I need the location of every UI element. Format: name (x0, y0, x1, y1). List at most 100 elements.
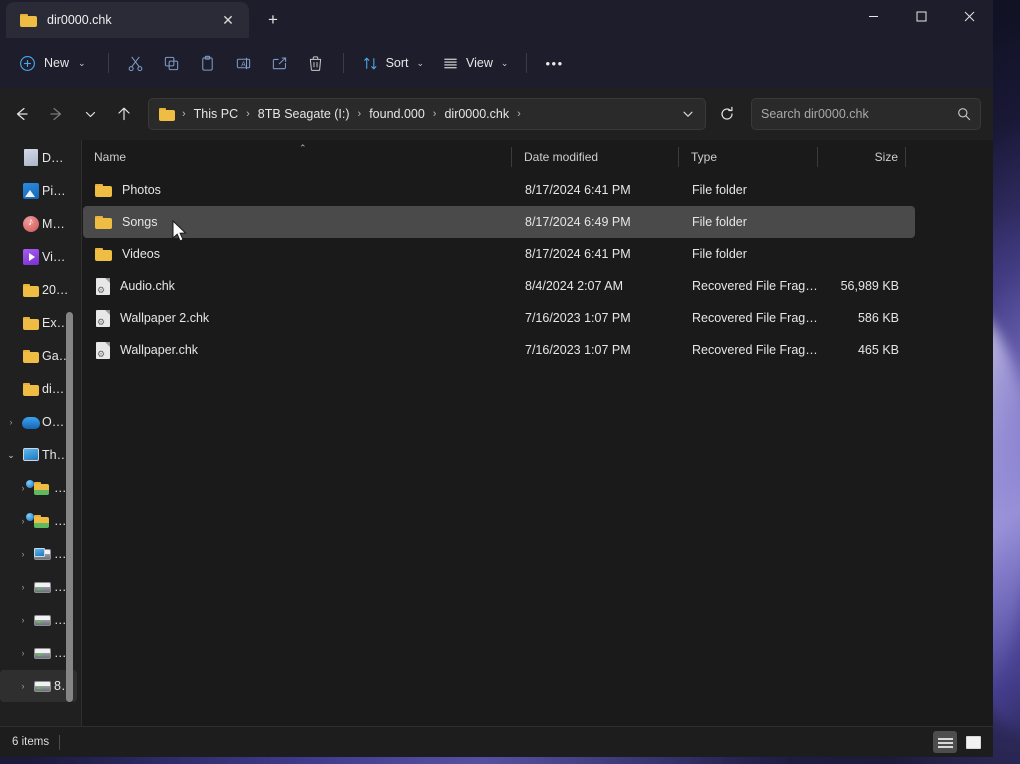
cell-type: File folder (680, 183, 819, 197)
view-button[interactable]: View ⌄ (434, 47, 516, 79)
new-tab-button[interactable]: + (257, 5, 289, 35)
breadcrumb-item-drive[interactable]: 8TB Seagate (I:) (253, 104, 355, 124)
cell-type: File folder (680, 247, 819, 261)
close-window-button[interactable] (945, 0, 993, 33)
folder-icon (95, 183, 112, 197)
column-header-size[interactable]: Size (818, 140, 906, 174)
refresh-button[interactable] (711, 98, 743, 130)
breadcrumb-item-this-pc[interactable]: This PC (189, 104, 243, 124)
table-row[interactable]: Audio.chk8/4/2024 2:07 AMRecovered File … (83, 270, 915, 302)
music-icon-glyph (23, 216, 39, 232)
column-header-date-modified[interactable]: Date modified (512, 140, 679, 174)
file-icon (96, 278, 110, 295)
trash-icon (307, 55, 324, 72)
share-button[interactable] (263, 47, 297, 79)
more-options-button[interactable]: ••• (537, 47, 571, 79)
up-button[interactable] (108, 98, 140, 130)
status-bar: 6 items (0, 726, 993, 757)
breadcrumb-separator: › (356, 108, 364, 120)
network-folder-icon (34, 512, 52, 530)
title-bar: dir0000.chk ✕ + (0, 0, 993, 38)
file-list[interactable]: Photos8/17/2024 6:41 PMFile folderSongs8… (82, 174, 993, 726)
drive-icon-glyph (34, 582, 51, 593)
details-view-button[interactable] (933, 731, 957, 753)
cell-name: Wallpaper.chk (83, 342, 513, 359)
pictures-icon (22, 182, 40, 200)
tab-title: dir0000.chk (47, 13, 205, 27)
rename-button[interactable]: A (227, 47, 261, 79)
file-name-label: Photos (122, 183, 161, 197)
navigation-pane[interactable]: D…Pi…M…Vi…20…Ex…Ga…di…›O…⌄Th…›…›…›…›…›…›… (0, 140, 81, 726)
table-row[interactable]: Wallpaper.chk7/16/2023 1:07 PMRecovered … (83, 334, 915, 366)
breadcrumb[interactable]: › This PC › 8TB Seagate (I:) › found.000… (148, 98, 706, 130)
sidebar-item-label: D… (42, 151, 64, 165)
delete-button[interactable] (299, 47, 333, 79)
cut-button[interactable] (119, 47, 153, 79)
maximize-button[interactable] (897, 0, 945, 33)
paste-button[interactable] (191, 47, 225, 79)
large-icons-view-icon (966, 736, 981, 749)
breadcrumb-dropdown-icon[interactable] (675, 101, 701, 127)
chevron-right-icon[interactable]: › (14, 549, 32, 559)
search-box[interactable] (751, 98, 981, 130)
chevron-right-icon[interactable]: › (14, 615, 32, 625)
file-explorer-window: dir0000.chk ✕ + New ⌄ (0, 0, 993, 757)
address-bar: › This PC › 8TB Seagate (I:) › found.000… (0, 88, 993, 140)
file-name-label: Audio.chk (120, 279, 175, 293)
large-icons-view-button[interactable] (961, 731, 985, 753)
cell-size: 465 KB (819, 343, 907, 357)
music-icon (22, 215, 40, 233)
tab-dir0000[interactable]: dir0000.chk ✕ (6, 2, 249, 38)
file-name-label: Wallpaper.chk (120, 343, 198, 357)
breadcrumb-item-dir0000[interactable]: dir0000.chk (439, 104, 514, 124)
back-button[interactable] (6, 98, 38, 130)
arrow-left-icon (14, 106, 30, 122)
breadcrumb-separator: › (244, 108, 252, 120)
search-input[interactable] (761, 107, 957, 121)
chevron-down-icon: ⌄ (501, 58, 509, 69)
chevron-right-icon[interactable]: › (2, 417, 20, 427)
window-content: D…Pi…M…Vi…20…Ex…Ga…di…›O…⌄Th…›…›…›…›…›…›… (0, 140, 993, 726)
forward-button[interactable] (40, 98, 72, 130)
cell-size: 586 KB (819, 311, 907, 325)
sidebar-item-label: … (54, 613, 67, 627)
copy-button[interactable] (155, 47, 189, 79)
sidebar-item[interactable]: D… (0, 142, 77, 174)
cell-size: 56,989 KB (819, 279, 907, 293)
sidebar-item[interactable]: M… (0, 208, 77, 240)
toolbar-divider (526, 53, 527, 73)
breadcrumb-separator: › (431, 108, 439, 120)
chevron-down-icon[interactable]: ⌄ (2, 450, 20, 461)
recent-locations-button[interactable] (74, 98, 106, 130)
arrow-up-icon (116, 106, 132, 122)
minimize-button[interactable] (849, 0, 897, 33)
cell-name: Wallpaper 2.chk (83, 310, 513, 327)
chevron-right-icon[interactable]: › (14, 681, 32, 691)
column-header-type[interactable]: Type (679, 140, 818, 174)
sidebar-item-label: O… (42, 415, 64, 429)
sidebar-item[interactable]: 20… (0, 274, 77, 306)
document-icon-glyph (24, 149, 38, 166)
sort-button[interactable]: Sort ⌄ (354, 47, 432, 79)
sidebar-item[interactable]: Pi… (0, 175, 77, 207)
table-row[interactable]: Videos8/17/2024 6:41 PMFile folder (83, 238, 915, 270)
table-row[interactable]: Photos8/17/2024 6:41 PMFile folder (83, 174, 915, 206)
new-button[interactable]: New ⌄ (10, 47, 98, 79)
sort-label: Sort (386, 56, 409, 70)
close-tab-icon[interactable]: ✕ (215, 7, 241, 33)
column-header-name-label: Name (94, 150, 126, 164)
sidebar-item[interactable]: Vi… (0, 241, 77, 273)
sidebar-scrollbar[interactable] (66, 312, 73, 702)
column-header-name[interactable]: Name (82, 140, 512, 174)
sidebar-item-label: … (54, 481, 67, 495)
videos-icon (22, 248, 40, 266)
table-row[interactable]: Songs8/17/2024 6:49 PMFile folder (83, 206, 915, 238)
toolbar-divider (108, 53, 109, 73)
breadcrumb-item-found[interactable]: found.000 (364, 104, 430, 124)
details-view-icon (938, 736, 953, 749)
table-row[interactable]: Wallpaper 2.chk7/16/2023 1:07 PMRecovere… (83, 302, 915, 334)
chevron-right-icon[interactable]: › (14, 648, 32, 658)
chevron-right-icon[interactable]: › (14, 582, 32, 592)
view-label: View (466, 56, 493, 70)
drive-icon-glyph (34, 648, 51, 659)
